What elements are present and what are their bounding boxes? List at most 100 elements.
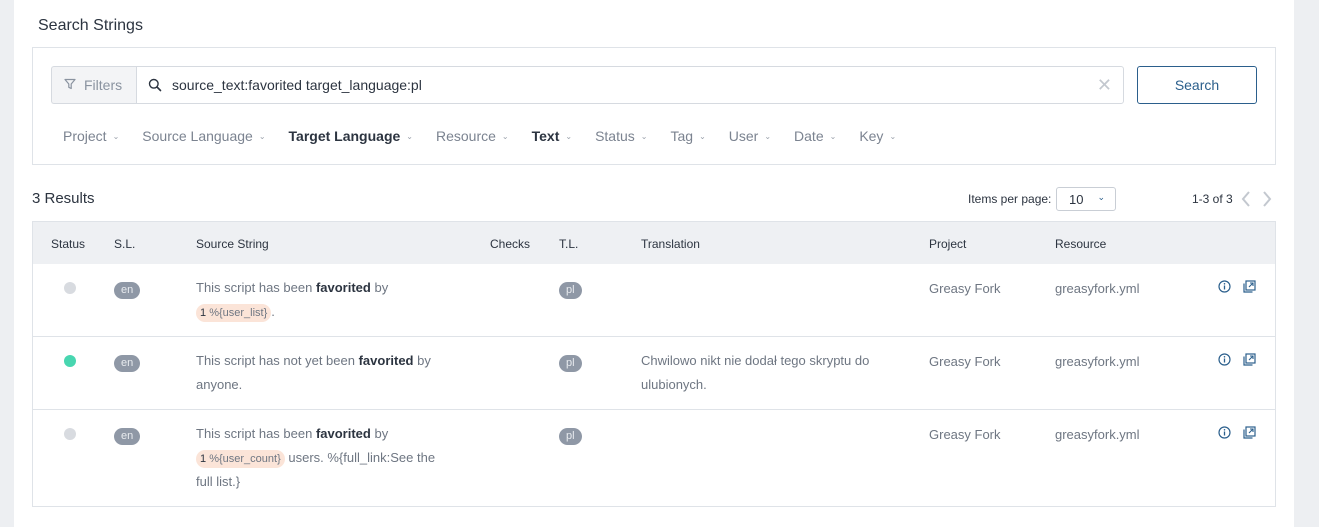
header-resource: Resource [1055,237,1107,251]
chevron-down-icon: ⌄ [565,131,573,141]
chevron-down-icon: ⌄ [501,131,509,141]
source-text: by [370,426,389,441]
facet-label: User [728,128,759,144]
status-dot [64,355,76,367]
previous-page-icon[interactable] [1239,190,1253,208]
target-language-badge: pl [559,355,582,372]
resource-name: greasyfork.yml [1055,354,1140,369]
header-checks: Checks [490,237,531,251]
status-dot [64,282,76,294]
search-button[interactable]: Search [1137,66,1257,104]
facet-bar: Project ⌄ Source Language ⌄ Target Languag… [63,128,919,144]
placeholder-chip: 1 %{user_list} [196,304,272,322]
facet-source-language[interactable]: Source Language ⌄ [142,128,265,144]
facet-date[interactable]: Date ⌄ [794,128,836,144]
filters-button[interactable]: Filters [51,66,136,104]
chevron-down-icon: ⌄ [640,131,648,141]
chevron-down-icon: ⌄ [406,131,413,141]
source-string: This script has been favorited by 1 %{us… [196,422,466,494]
header-translation: Translation [641,237,700,251]
search-input[interactable] [172,77,1072,93]
facet-tag[interactable]: Tag ⌄ [670,128,705,144]
resource-name: greasyfork.yml [1055,281,1140,296]
placeholder-index: 1 [200,307,207,319]
search-card: Filters ✕ Search Project ⌄ Source Languag… [32,47,1276,165]
chevron-down-icon: ⌄ [1097,192,1105,202]
source-text: anyone. [196,377,243,392]
search-icon [148,78,162,92]
funnel-icon [64,77,76,93]
open-in-editor-icon[interactable] [1243,426,1256,439]
project-name: Greasy Fork [929,354,1001,369]
info-icon[interactable] [1218,280,1231,293]
next-page-icon[interactable] [1260,190,1274,208]
target-language-badge: pl [559,428,582,445]
items-per-page-label: Items per page: [968,192,1052,206]
results-count: 3 Results [32,190,95,207]
results-table: Status S.L. Source String Checks T.L. Tr… [32,221,1276,507]
placeholder-text: %{user_list} [209,307,268,319]
target-language-badge: pl [559,282,582,299]
source-text: by [370,280,389,295]
source-text: full list.} [196,474,241,489]
facet-target-language[interactable]: Target Language ⌄ [289,128,413,144]
chevron-down-icon: ⌄ [258,131,266,141]
header-source-language: S.L. [114,237,136,251]
table-row[interactable]: en This script has been favorited by 1 %… [33,264,1275,337]
facet-status[interactable]: Status ⌄ [595,128,647,144]
source-string: This script has not yet been favorited b… [196,349,466,397]
facet-key[interactable]: Key ⌄ [859,128,896,144]
placeholder-index: 1 [200,453,207,465]
table-header: Status S.L. Source String Checks T.L. Tr… [33,222,1275,264]
chevron-down-icon: ⌄ [829,131,837,141]
project-name: Greasy Fork [929,281,1001,296]
items-per-page-select[interactable]: 10 ⌄ [1056,187,1116,211]
source-text: This script has not yet been [196,353,359,368]
header-source-string: Source String [196,237,269,251]
facet-label: Resource [436,128,496,144]
header-project: Project [929,237,967,251]
table-row[interactable]: en This script has been favorited by 1 %… [33,410,1275,507]
header-target-language: T.L. [559,237,579,251]
chevron-down-icon: ⌄ [112,131,120,141]
facet-label: Tag [670,128,694,144]
placeholder-text: %{user_count} [209,453,281,465]
facet-label: Project [63,128,107,144]
source-language-badge: en [114,282,141,299]
pagination-range: 1-3 of 3 [1192,192,1233,206]
source-text: This script has been [196,426,316,441]
page-title: Search Strings [38,17,143,34]
facet-label: Date [794,128,824,144]
facet-text[interactable]: Text ⌄ [532,128,572,144]
open-in-editor-icon[interactable] [1243,353,1256,366]
placeholder-chip: 1 %{user_count} [196,450,285,468]
chevron-down-icon: ⌄ [699,131,706,141]
status-dot [64,428,76,440]
facet-label: Target Language [288,128,401,144]
facet-label: Text [531,128,560,144]
translation-text: Chwilowo nikt nie dodał tego skryptu do … [641,349,911,397]
search-box[interactable]: ✕ [136,66,1124,104]
info-icon[interactable] [1218,426,1231,439]
items-per-page-value: 10 [1069,191,1084,207]
facet-label: Key [859,128,884,144]
source-text: by [413,353,431,368]
table-row[interactable]: en This script has not yet been favorite… [33,337,1275,410]
source-string: This script has been favorited by 1 %{us… [196,276,466,324]
filters-label: Filters [84,77,123,93]
clear-search-icon[interactable]: ✕ [1097,76,1112,94]
chevron-down-icon: ⌄ [764,131,772,141]
source-text: users. %{full_link:See the [284,450,436,465]
translation-line: ulubionych. [641,377,707,392]
source-language-badge: en [114,428,141,445]
main-panel: Search Strings Filters ✕ Search Project ⌄… [14,0,1294,527]
facet-user[interactable]: User ⌄ [729,128,771,144]
facet-label: Status [595,128,635,144]
open-in-editor-icon[interactable] [1243,280,1256,293]
source-highlight: favorited [315,280,371,295]
facet-project[interactable]: Project ⌄ [63,128,119,144]
info-icon[interactable] [1218,353,1231,366]
source-highlight: favorited [315,426,371,441]
facet-resource[interactable]: Resource ⌄ [436,128,509,144]
resource-name: greasyfork.yml [1055,427,1140,442]
